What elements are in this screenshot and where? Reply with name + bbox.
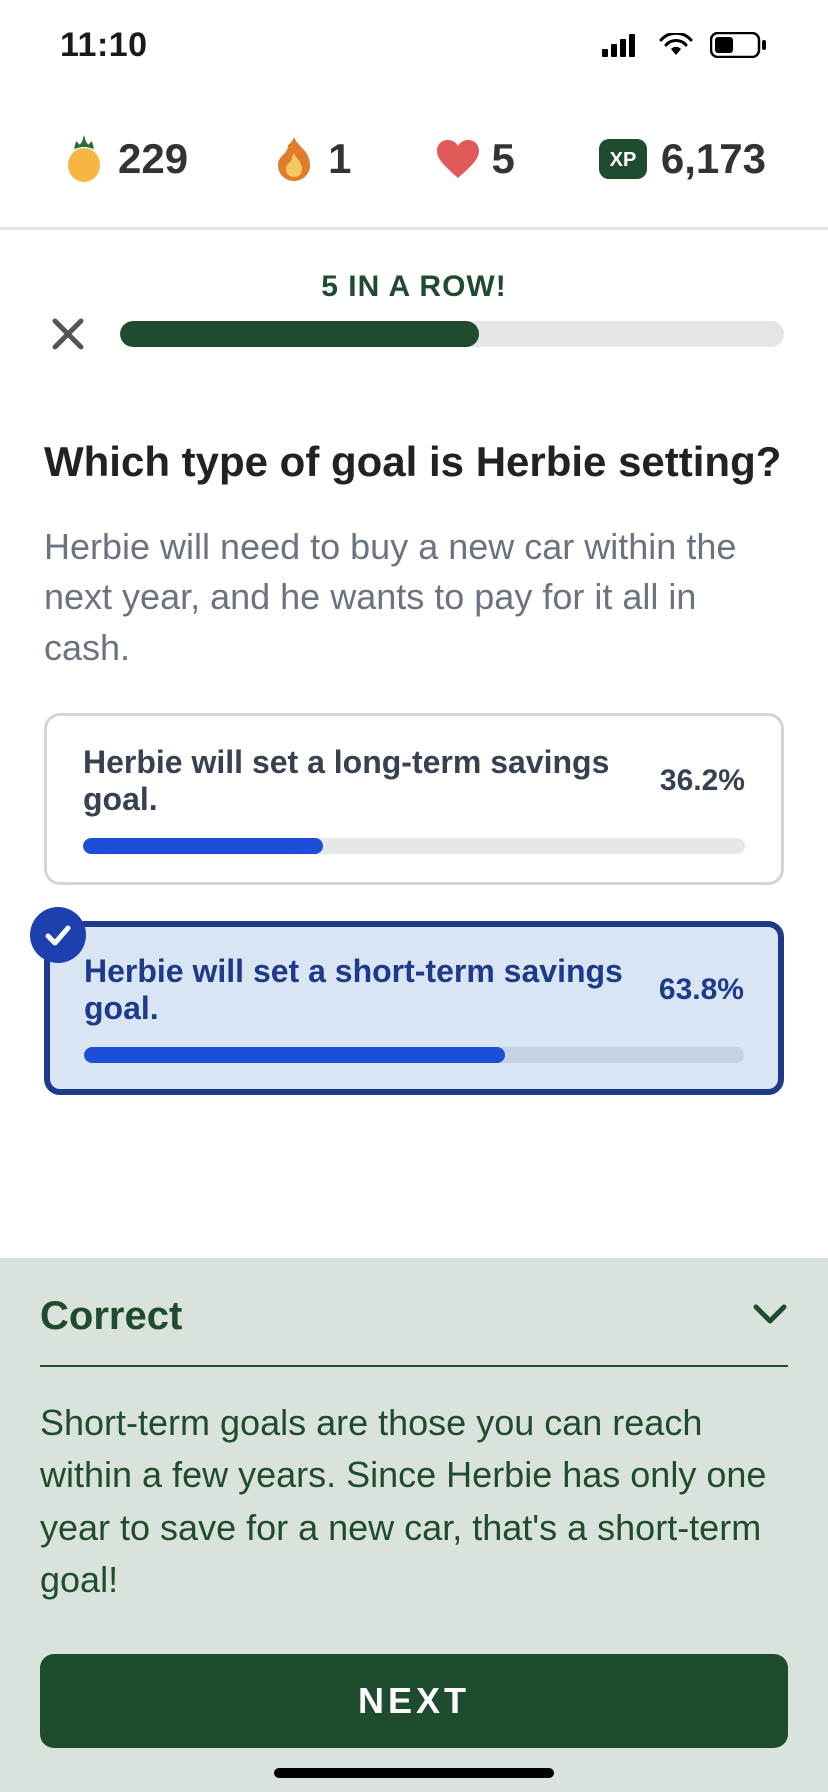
stat-pineapple[interactable]: 229 [62, 135, 188, 183]
svg-text:XP: XP [610, 149, 637, 171]
answer-bar [83, 838, 745, 854]
status-icons-group [598, 23, 768, 67]
home-indicator[interactable] [274, 1768, 554, 1778]
feedback-body: Short-term goals are those you can reach… [40, 1397, 788, 1606]
status-bar: 11:10 [0, 0, 828, 90]
answer-option-long-term[interactable]: Herbie will set a long-term savings goal… [44, 713, 784, 885]
answer-text: Herbie will set a long-term savings goal… [83, 744, 640, 818]
feedback-title: Correct [40, 1294, 182, 1339]
next-button[interactable]: NEXT [40, 1654, 788, 1748]
answer-percent: 63.8% [659, 973, 744, 1007]
battery-icon [710, 23, 768, 67]
pineapple-icon [62, 137, 106, 181]
wifi-icon [654, 23, 698, 67]
stats-row: 229 1 5 XP 6,173 [0, 90, 828, 230]
question-title: Which type of goal is Herbie setting? [44, 438, 784, 486]
xp-badge-icon: XP [599, 139, 647, 179]
answer-text: Herbie will set a short-term savings goa… [84, 953, 639, 1027]
progress-section: 5 IN A ROW! [0, 230, 828, 378]
answer-percent: 36.2% [660, 764, 745, 798]
progress-bar [120, 321, 784, 347]
answer-fill [84, 1047, 505, 1063]
stat-heart[interactable]: 5 [436, 135, 515, 183]
stat-xp[interactable]: XP 6,173 [599, 135, 766, 183]
fire-icon [272, 137, 316, 181]
feedback-header[interactable]: Correct [40, 1294, 788, 1367]
stat-fire-value: 1 [328, 135, 351, 183]
chevron-down-icon [752, 1303, 788, 1330]
streak-label: 5 IN A ROW! [44, 270, 784, 304]
heart-icon [436, 137, 480, 181]
question-body: Herbie will need to buy a new car within… [44, 522, 784, 673]
stat-heart-value: 5 [492, 135, 515, 183]
close-button[interactable] [44, 310, 92, 358]
stat-xp-value: 6,173 [661, 135, 766, 183]
stat-pineapple-value: 229 [118, 135, 188, 183]
answer-option-short-term[interactable]: Herbie will set a short-term savings goa… [44, 921, 784, 1095]
answer-bar [84, 1047, 744, 1063]
answer-fill [83, 838, 323, 854]
feedback-panel: Correct Short-term goals are those you c… [0, 1258, 828, 1792]
question-content: Which type of goal is Herbie setting? He… [0, 378, 828, 1258]
checkmark-badge-icon [30, 907, 86, 963]
stat-fire[interactable]: 1 [272, 135, 351, 183]
progress-fill [120, 321, 479, 347]
cellular-icon [598, 23, 642, 67]
status-time: 11:10 [60, 26, 148, 65]
